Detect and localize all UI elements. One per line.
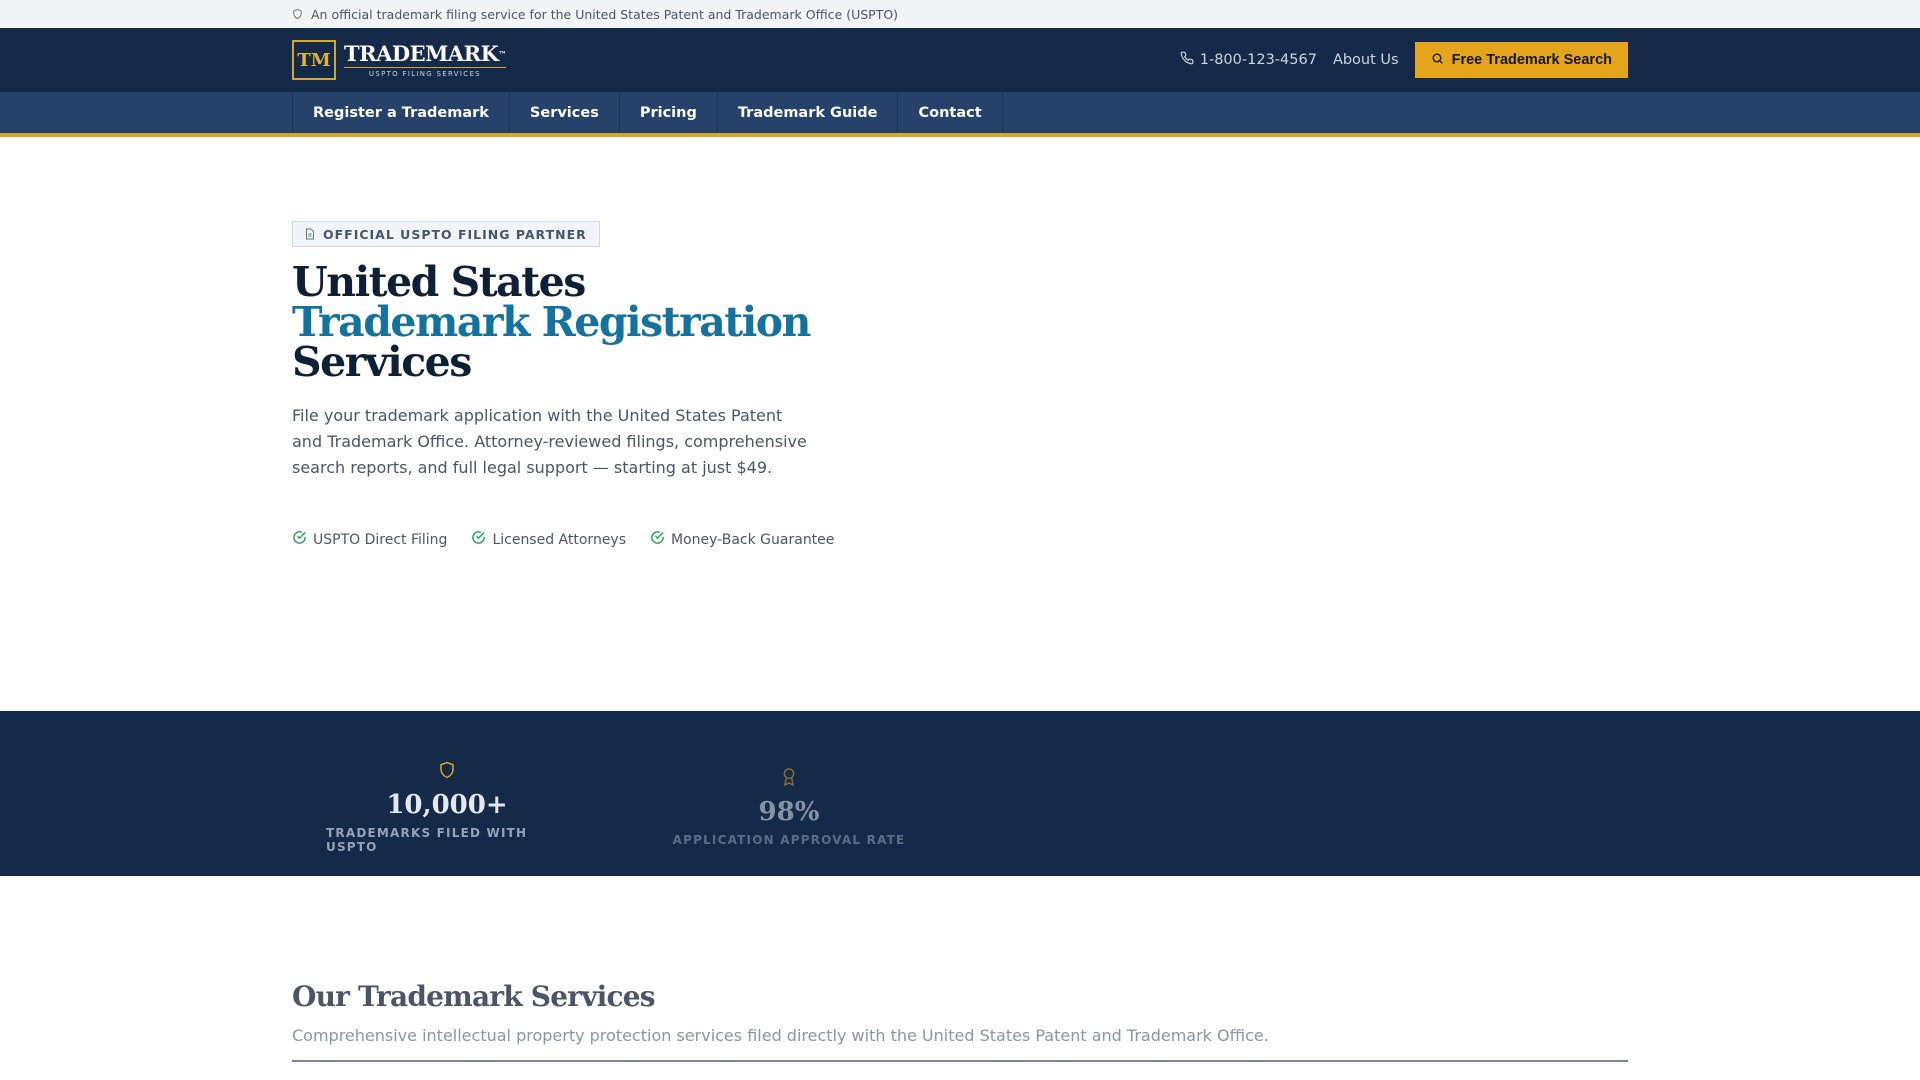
site-header: TM TRADEMARK™ USPTO FILING SERVICES 1-80… [0,28,1920,92]
hero-description: File your trademark application with the… [292,406,807,477]
check-item: Licensed Attorneys [471,530,626,549]
search-icon [1431,52,1444,69]
section-divider [292,1060,1628,1062]
stats-band: 10,000+ TRADEMARKS FILED WITH USPTO 98% … [0,711,1920,876]
free-trademark-search-button[interactable]: Free Trademark Search [1414,42,1628,78]
stat-label: TRADEMARKS FILED WITH USPTO [326,826,528,854]
logo-subtitle: USPTO FILING SERVICES [368,70,481,78]
stat-value: 98% [758,797,820,827]
stat-label: APPLICATION APPROVAL RATE [672,833,906,847]
nav-item-services[interactable]: Services [510,92,620,133]
stat-value: 10,000+ [386,790,508,820]
services-subtitle: Comprehensive intellectual property prot… [292,1026,1269,1045]
stat-trademarks-filed: 10,000+ TRADEMARKS FILED WITH USPTO [326,760,568,854]
about-us-link[interactable]: About Us [1333,52,1399,68]
hero-badge: OFFICIAL USPTO FILING PARTNER [292,221,600,247]
check-circle-icon [292,530,307,549]
phone-link[interactable]: 1-800-123-4567 [1180,51,1317,69]
logo-mark: TM [292,40,336,80]
logo[interactable]: TM TRADEMARK™ USPTO FILING SERVICES [292,40,506,80]
check-item: Money-Back Guarantee [650,530,834,549]
nav-item-pricing[interactable]: Pricing [620,92,718,133]
check-circle-icon [650,530,665,549]
nav-item-register[interactable]: Register a Trademark [292,92,510,133]
check-circle-icon [471,530,486,549]
logo-name: TRADEMARK™ [344,41,506,68]
hero-title: United States Trademark Registration Ser… [292,258,811,386]
hero-checklist: USPTO Direct Filing Licensed Attorneys M… [292,530,834,549]
document-icon [305,225,315,244]
shield-icon [292,5,303,24]
search-button-label: Free Trademark Search [1451,52,1612,68]
services-title: Our Trademark Services [292,980,656,1013]
check-item: USPTO Direct Filing [292,530,447,549]
shield-icon [438,760,456,784]
nav-item-trademark-guide[interactable]: Trademark Guide [718,92,899,133]
nav-item-contact[interactable]: Contact [898,92,1003,133]
gov-banner: An official trademark filing service for… [0,0,1920,28]
gov-banner-text: An official trademark filing service for… [311,6,899,22]
main-nav: Register a Trademark Services Pricing Tr… [0,92,1920,137]
hero-badge-text: OFFICIAL USPTO FILING PARTNER [323,226,587,242]
phone-number: 1-800-123-4567 [1199,52,1317,68]
award-icon [781,767,797,791]
phone-icon [1180,51,1194,69]
stat-approval-rate: 98% APPLICATION APPROVAL RATE [668,767,910,847]
